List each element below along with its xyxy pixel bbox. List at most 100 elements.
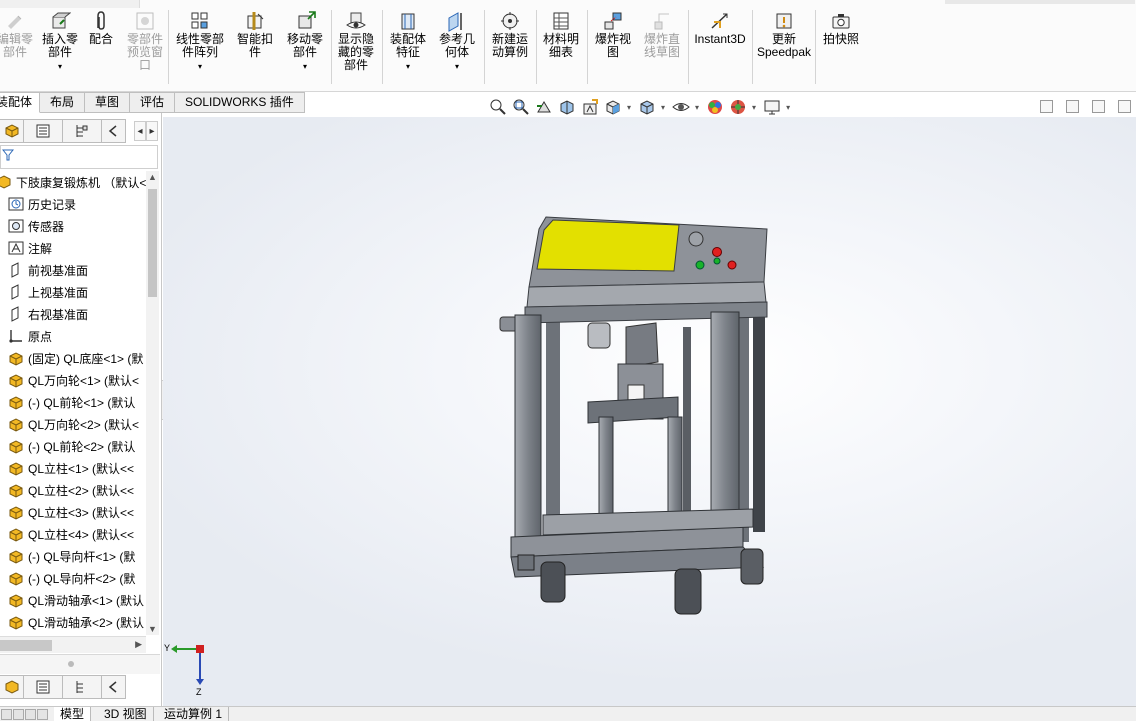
tree-item-history[interactable]: 历史记录 [8,193,76,215]
scroll-up-arrow-icon[interactable]: ▲ [148,172,157,182]
view-orientation-icon[interactable] [604,98,622,116]
window-tile-left-button[interactable] [1040,100,1053,113]
hide-show-items-icon[interactable] [672,98,690,116]
chevron-down-icon[interactable]: ▾ [198,60,202,73]
bill-of-materials-button[interactable]: 材料明 细表 [539,10,583,59]
tree-horizontal-scrollbar[interactable]: ▶ [0,636,146,653]
scroll-thumb[interactable] [148,189,157,297]
edit-appearance-icon[interactable] [706,98,724,116]
tree-item-component[interactable]: (-) QL前轮<2> (默认 [8,435,135,457]
tree-filter[interactable] [0,145,158,169]
chevron-down-icon[interactable]: ▾ [627,103,631,112]
tree-item-origin[interactable]: 原点 [8,325,52,347]
tree-item-component[interactable]: QL立柱<1> (默认<< [8,457,134,479]
tab-3d-views[interactable]: 3D 视图 [98,707,154,721]
display-style-icon[interactable] [638,98,656,116]
window-minimize-button[interactable] [1092,100,1105,113]
chevron-down-icon[interactable]: ▾ [406,60,410,73]
panel-tab-next-button[interactable]: ▸ [146,121,158,141]
tab-assembly[interactable]: 装配体 [0,92,40,113]
chevron-down-icon[interactable]: ▾ [58,60,62,73]
reference-geometry-button[interactable]: 参考几 何体 ▾ [435,10,479,73]
tree-item-component[interactable]: (-) QL导向杆<1> (默 [8,545,135,567]
linear-pattern-button[interactable]: 线性零部 件阵列 ▾ [172,10,228,73]
tree-item-component[interactable]: QL立柱<3> (默认<< [8,501,134,523]
tab-configurationmanager[interactable] [63,119,102,143]
tree-item-sensors[interactable]: 传感器 [8,215,64,237]
smart-fasteners-button[interactable]: 智能扣 件 [234,10,276,59]
panel-splitter[interactable] [0,654,160,674]
chevron-down-icon[interactable]: ▾ [786,103,790,112]
snapshot-button[interactable]: 拍快照 [818,10,864,46]
tree-item-component[interactable]: QL立柱<4> (默认<< [8,523,134,545]
mate-button[interactable]: 配合 [86,10,116,46]
tab-motion-study[interactable]: 运动算例 1 [158,707,230,721]
tree-vertical-scrollbar[interactable]: ▲ ▼ [146,171,159,635]
tree-item-component[interactable]: QL立柱<2> (默认<< [8,479,134,501]
tab-propertymanager[interactable] [24,675,63,699]
scroll-right-arrow-icon[interactable]: ▶ [135,639,142,650]
tree-item-front-plane[interactable]: 前视基准面 [8,259,88,281]
tab-scroll-last-button[interactable] [37,709,48,720]
tab-featuremanager[interactable] [0,119,24,143]
window-restore-button[interactable] [1118,100,1131,113]
tab-scroll-first-button[interactable] [1,709,12,720]
assembly-features-button[interactable]: 装配体 特征 ▾ [386,10,430,73]
tree-item-label: (固定) QL底座<1> (默 [28,351,144,366]
tab-configurationmanager[interactable] [63,675,102,699]
tree-root[interactable]: 下肢康复锻炼机 （默认<默 [0,171,146,193]
tree-item-right-plane[interactable]: 右视基准面 [8,303,88,325]
tab-solidworks-addins[interactable]: SOLIDWORKS 插件 [175,92,305,113]
tree-item-component[interactable]: QL万向轮<2> (默认< [8,413,139,435]
tree-item-component[interactable]: (-) QL导向杆<2> (默 [8,567,135,589]
view-settings-icon[interactable] [763,98,781,116]
tab-model[interactable]: 模型 [54,707,92,721]
rehab-machine-model[interactable] [163,117,1136,707]
panel-tab-prev-button[interactable]: ◂ [134,121,146,141]
chevron-down-icon[interactable]: ▾ [455,60,459,73]
smart-fasteners-label: 智能扣 件 [236,32,273,59]
section-view-icon[interactable] [558,98,576,116]
chevron-down-icon[interactable]: ▾ [695,103,699,112]
apply-scene-icon[interactable] [729,98,747,116]
exploded-view-button[interactable]: 爆炸视 图 [591,10,635,59]
chevron-down-icon[interactable]: ▾ [661,103,665,112]
tree-item-component[interactable]: QL滑动轴承<1> (默认 [8,589,144,611]
edit-component-button[interactable]: 编辑零 部件 [0,10,36,59]
zoom-to-fit-icon[interactable] [489,98,507,116]
scroll-thumb[interactable] [0,640,52,651]
tab-dimxpert[interactable] [102,675,126,699]
previous-view-icon[interactable] [535,98,553,116]
explode-line-sketch-button[interactable]: 爆炸直 线草图 [640,10,684,59]
tree-item-annotations[interactable]: 注解 [8,237,52,259]
graphics-viewport[interactable]: Y Z [163,117,1136,707]
tab-dimxpert[interactable] [102,119,126,143]
component-preview-button[interactable]: 零部件 预览窗 口 [122,10,168,72]
tree-item-component[interactable]: QL万向轮<1> (默认< [8,369,139,391]
show-hidden-components-button[interactable]: 显示隐 藏的零 部件 [334,10,378,72]
tree-item-top-plane[interactable]: 上视基准面 [8,281,88,303]
zoom-to-area-icon[interactable] [512,98,530,116]
tab-evaluate[interactable]: 评估 [130,92,176,113]
window-tile-right-button[interactable] [1066,100,1079,113]
filter-icon[interactable] [2,149,14,161]
insert-component-button[interactable]: 插入零 部件 ▾ [39,10,81,73]
scroll-down-arrow-icon[interactable]: ▼ [148,624,157,634]
new-motion-study-button[interactable]: 新建运 动算例 [487,10,533,59]
move-component-button[interactable]: 移动零 部件 ▾ [282,10,328,73]
tree-item-component[interactable]: (-) QL前轮<1> (默认 [8,391,135,413]
update-speedpak-button[interactable]: 更新 Speedpak [756,10,812,59]
tab-featuremanager[interactable] [0,675,24,699]
chevron-down-icon[interactable]: ▾ [752,103,756,112]
tab-scroll-next-button[interactable] [25,709,36,720]
chevron-down-icon[interactable]: ▾ [303,60,307,73]
instant3d-button[interactable]: Instant3D [692,10,748,46]
tab-layout[interactable]: 布局 [40,92,86,113]
tab-scroll-prev-button[interactable] [13,709,24,720]
dynamic-annotation-icon[interactable] [581,98,599,116]
guide-rod-right [667,416,683,528]
tab-sketch[interactable]: 草图 [85,92,131,113]
tab-propertymanager[interactable] [24,119,63,143]
tree-item-component[interactable]: (固定) QL底座<1> (默 [8,347,143,369]
tree-item-component[interactable]: QL滑动轴承<2> (默认 [8,611,144,633]
